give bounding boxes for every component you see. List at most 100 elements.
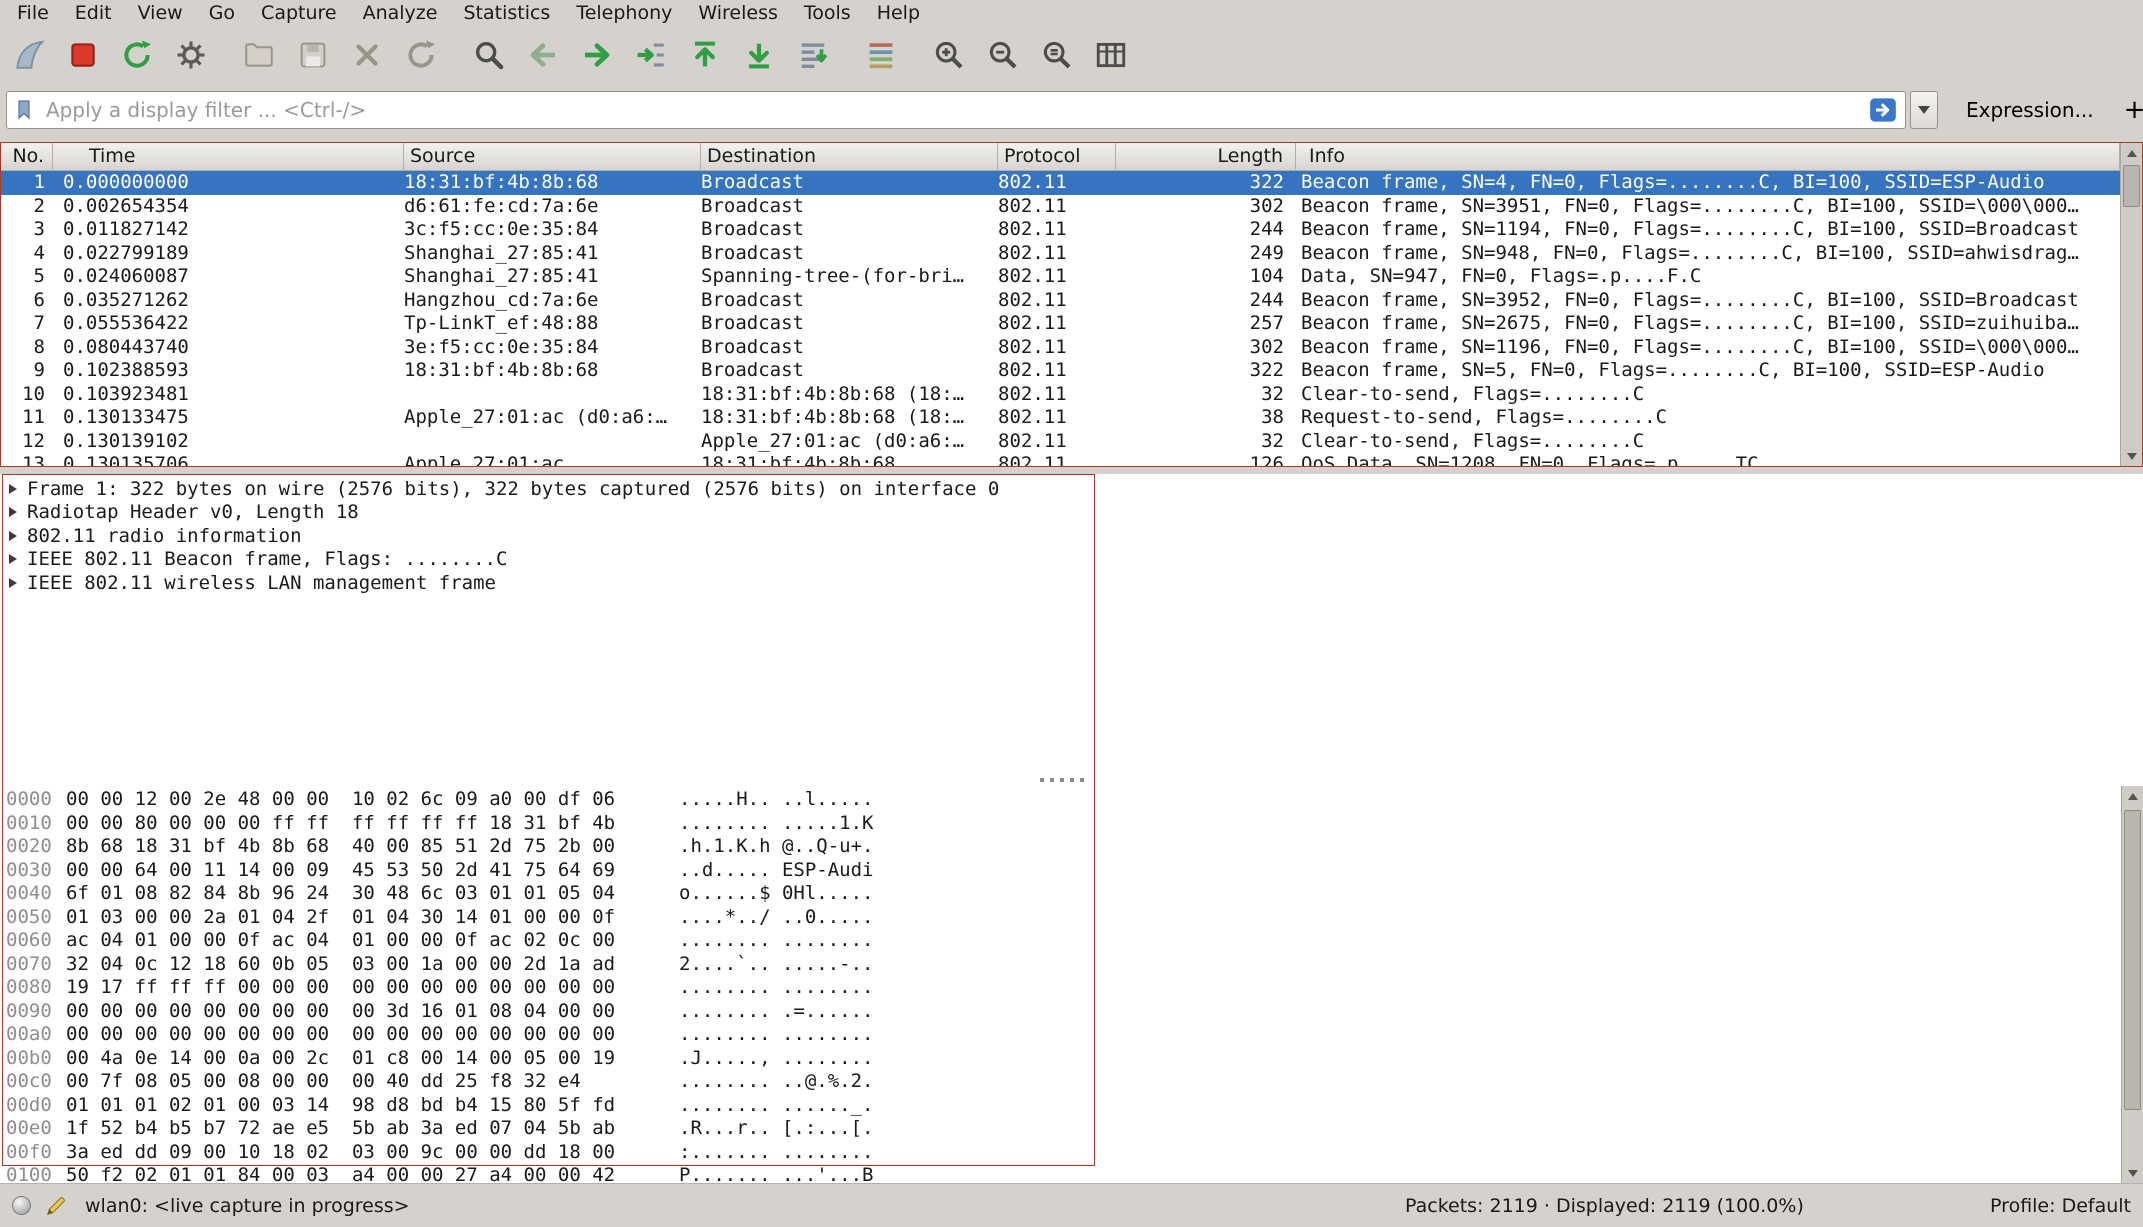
filter-history-dropdown[interactable] xyxy=(1910,91,1938,129)
hex-row[interactable]: 0090 00 00 00 00 00 00 00 00 00 3d 16 01… xyxy=(0,1000,2143,1024)
pane-splitter-handle[interactable] xyxy=(1040,778,1084,782)
packet-info-cell: Request-to-send, Flags=........C xyxy=(1296,406,2120,430)
column-header-source[interactable]: Source xyxy=(404,143,701,170)
expander-arrow-icon[interactable] xyxy=(9,507,17,517)
zoom-reset-button[interactable] xyxy=(1034,32,1080,78)
hex-row[interactable]: 0100 50 f2 02 01 01 84 00 03 a4 00 00 27… xyxy=(0,1164,2143,1183)
go-forward-button[interactable] xyxy=(574,32,620,78)
scroll-up-button[interactable] xyxy=(2122,786,2143,806)
packet-row[interactable]: 9 0.102388593 18:31:bf:4b:8b:68 Broadcas… xyxy=(1,359,2120,383)
column-header-no[interactable]: No. xyxy=(1,143,53,170)
packet-row[interactable]: 7 0.055536422 Tp-LinkT_ef:48:88 Broadcas… xyxy=(1,312,2120,336)
hex-row[interactable]: 00f0 3a ed dd 09 00 10 18 02 03 00 9c 00… xyxy=(0,1141,2143,1165)
scroll-down-button[interactable] xyxy=(2122,1163,2143,1183)
colorize-button[interactable] xyxy=(858,32,904,78)
hex-row[interactable]: 0010 00 00 80 00 00 00 ff ff ff ff ff ff… xyxy=(0,812,2143,836)
zoom-in-button[interactable] xyxy=(926,32,972,78)
go-to-packet-button[interactable] xyxy=(628,32,674,78)
packet-row[interactable]: 12 0.130139102 Apple_27:01:ac (d0:a6:… 8… xyxy=(1,430,2120,454)
save-file-button[interactable] xyxy=(290,32,336,78)
hex-row[interactable]: 00a0 00 00 00 00 00 00 00 00 00 00 00 00… xyxy=(0,1023,2143,1047)
start-capture-button[interactable] xyxy=(6,32,52,78)
scrollbar-thumb[interactable] xyxy=(2124,810,2141,1110)
hex-row[interactable]: 00b0 00 4a 0e 14 00 0a 00 2c 01 c8 00 14… xyxy=(0,1047,2143,1071)
restart-capture-button[interactable] xyxy=(114,32,160,78)
detail-tree-row[interactable]: IEEE 802.11 Beacon frame, Flags: .......… xyxy=(0,548,2143,572)
stop-capture-button[interactable] xyxy=(60,32,106,78)
hex-row[interactable]: 0070 32 04 0c 12 18 60 0b 05 03 00 1a 00… xyxy=(0,953,2143,977)
column-header-time[interactable]: Time xyxy=(53,143,404,170)
zoom-out-button[interactable] xyxy=(980,32,1026,78)
packet-protocol-cell: 802.11 xyxy=(998,218,1116,242)
hex-row[interactable]: 0080 19 17 ff ff ff 00 00 00 00 00 00 00… xyxy=(0,976,2143,1000)
expander-arrow-icon[interactable] xyxy=(9,578,17,588)
packet-row[interactable]: 11 0.130133475 Apple_27:01:ac (d0:a6:… 1… xyxy=(1,406,2120,430)
packet-row[interactable]: 8 0.080443740 3e:f5:cc:0e:35:84 Broadcas… xyxy=(1,336,2120,360)
capture-comment-icon[interactable] xyxy=(45,1195,67,1217)
packet-row[interactable]: 13 0.130135706 Apple_27:01:ac 18:31:bf:4… xyxy=(1,453,2120,466)
packet-row[interactable]: 4 0.022799189 Shanghai_27:85:41 Broadcas… xyxy=(1,242,2120,266)
hex-row[interactable]: 00e0 1f 52 b4 b5 b7 72 ae e5 5b ab 3a ed… xyxy=(0,1117,2143,1141)
menu-item[interactable]: Edit xyxy=(62,1,125,25)
hex-row[interactable]: 0020 8b 68 18 31 bf 4b 8b 68 40 00 85 51… xyxy=(0,835,2143,859)
find-packet-button[interactable] xyxy=(466,32,512,78)
scrollbar-thumb[interactable] xyxy=(2123,165,2140,207)
expression-button[interactable]: Expression... xyxy=(1950,98,2110,122)
scroll-down-button[interactable] xyxy=(2121,446,2142,466)
bytes-scrollbar[interactable] xyxy=(2121,786,2143,1183)
add-filter-button[interactable]: + xyxy=(2124,95,2143,125)
hex-row[interactable]: 00d0 01 01 01 02 01 00 03 14 98 d8 bd b4… xyxy=(0,1094,2143,1118)
hex-row[interactable]: 0000 00 00 12 00 2e 48 00 00 10 02 6c 09… xyxy=(0,788,2143,812)
capture-status-text[interactable]: wlan0: <live capture in progress> xyxy=(85,1195,410,1217)
packet-protocol-cell: 802.11 xyxy=(998,289,1116,313)
expander-arrow-icon[interactable] xyxy=(9,484,17,494)
column-header-protocol[interactable]: Protocol xyxy=(998,143,1116,170)
menu-item[interactable]: Capture xyxy=(248,1,350,25)
hex-row[interactable]: 0030 00 00 64 00 11 14 00 09 45 53 50 2d… xyxy=(0,859,2143,883)
apply-filter-button[interactable] xyxy=(1865,96,1901,124)
resize-columns-button[interactable] xyxy=(1088,32,1134,78)
hex-row[interactable]: 0060 ac 04 01 00 00 0f ac 04 01 00 00 0f… xyxy=(0,929,2143,953)
go-last-packet-button[interactable] xyxy=(736,32,782,78)
packet-row[interactable]: 5 0.024060087 Shanghai_27:85:41 Spanning… xyxy=(1,265,2120,289)
detail-tree-row[interactable]: 802.11 radio information xyxy=(0,524,2143,548)
column-header-length[interactable]: Length xyxy=(1116,143,1296,170)
open-file-button[interactable] xyxy=(236,32,282,78)
menu-item[interactable]: Telephony xyxy=(563,1,685,25)
packet-row[interactable]: 2 0.002654354 d6:61:fe:cd:7a:6e Broadcas… xyxy=(1,195,2120,219)
detail-tree-row[interactable]: Radiotap Header v0, Length 18 xyxy=(0,501,2143,525)
column-header-info[interactable]: Info xyxy=(1296,143,2120,170)
column-header-destination[interactable]: Destination xyxy=(701,143,998,170)
packet-row[interactable]: 6 0.035271262 Hangzhou_cd:7a:6e Broadcas… xyxy=(1,289,2120,313)
close-file-button[interactable] xyxy=(344,32,390,78)
packet-list-scrollbar[interactable] xyxy=(2120,143,2142,466)
menu-item[interactable]: Analyze xyxy=(350,1,451,25)
go-first-packet-button[interactable] xyxy=(682,32,728,78)
hex-row[interactable]: 0040 6f 01 08 82 84 8b 96 24 30 48 6c 03… xyxy=(0,882,2143,906)
detail-tree-row[interactable]: Frame 1: 322 bytes on wire (2576 bits), … xyxy=(0,477,2143,501)
menu-item[interactable]: View xyxy=(125,1,196,25)
reload-file-button[interactable] xyxy=(398,32,444,78)
menu-item[interactable]: File xyxy=(4,1,62,25)
hex-row[interactable]: 0050 01 03 00 00 2a 01 04 2f 01 04 30 14… xyxy=(0,906,2143,930)
menu-item[interactable]: Statistics xyxy=(450,1,563,25)
scroll-up-button[interactable] xyxy=(2121,143,2142,163)
display-filter-input[interactable] xyxy=(40,94,1865,126)
go-back-button[interactable] xyxy=(520,32,566,78)
expander-arrow-icon[interactable] xyxy=(9,531,17,541)
packet-row[interactable]: 1 0.000000000 18:31:bf:4b:8b:68 Broadcas… xyxy=(1,171,2120,195)
detail-tree-row[interactable]: IEEE 802.11 wireless LAN management fram… xyxy=(0,571,2143,595)
menu-item[interactable]: Wireless xyxy=(685,1,791,25)
packet-row[interactable]: 3 0.011827142 3c:f5:cc:0e:35:84 Broadcas… xyxy=(1,218,2120,242)
capture-options-button[interactable] xyxy=(168,32,214,78)
menu-item[interactable]: Help xyxy=(864,1,933,25)
packet-row[interactable]: 10 0.103923481 18:31:bf:4b:8b:68 (18:… 8… xyxy=(1,383,2120,407)
filter-bookmark-icon[interactable] xyxy=(12,98,40,122)
profile-text[interactable]: Profile: Default xyxy=(1990,1195,2131,1217)
hex-row[interactable]: 00c0 00 7f 08 05 00 08 00 00 00 40 dd 25… xyxy=(0,1070,2143,1094)
menu-item[interactable]: Go xyxy=(196,1,248,25)
expert-info-icon[interactable] xyxy=(12,1196,31,1215)
menu-item[interactable]: Tools xyxy=(791,1,864,25)
expander-arrow-icon[interactable] xyxy=(9,554,17,564)
auto-scroll-button[interactable] xyxy=(790,32,836,78)
